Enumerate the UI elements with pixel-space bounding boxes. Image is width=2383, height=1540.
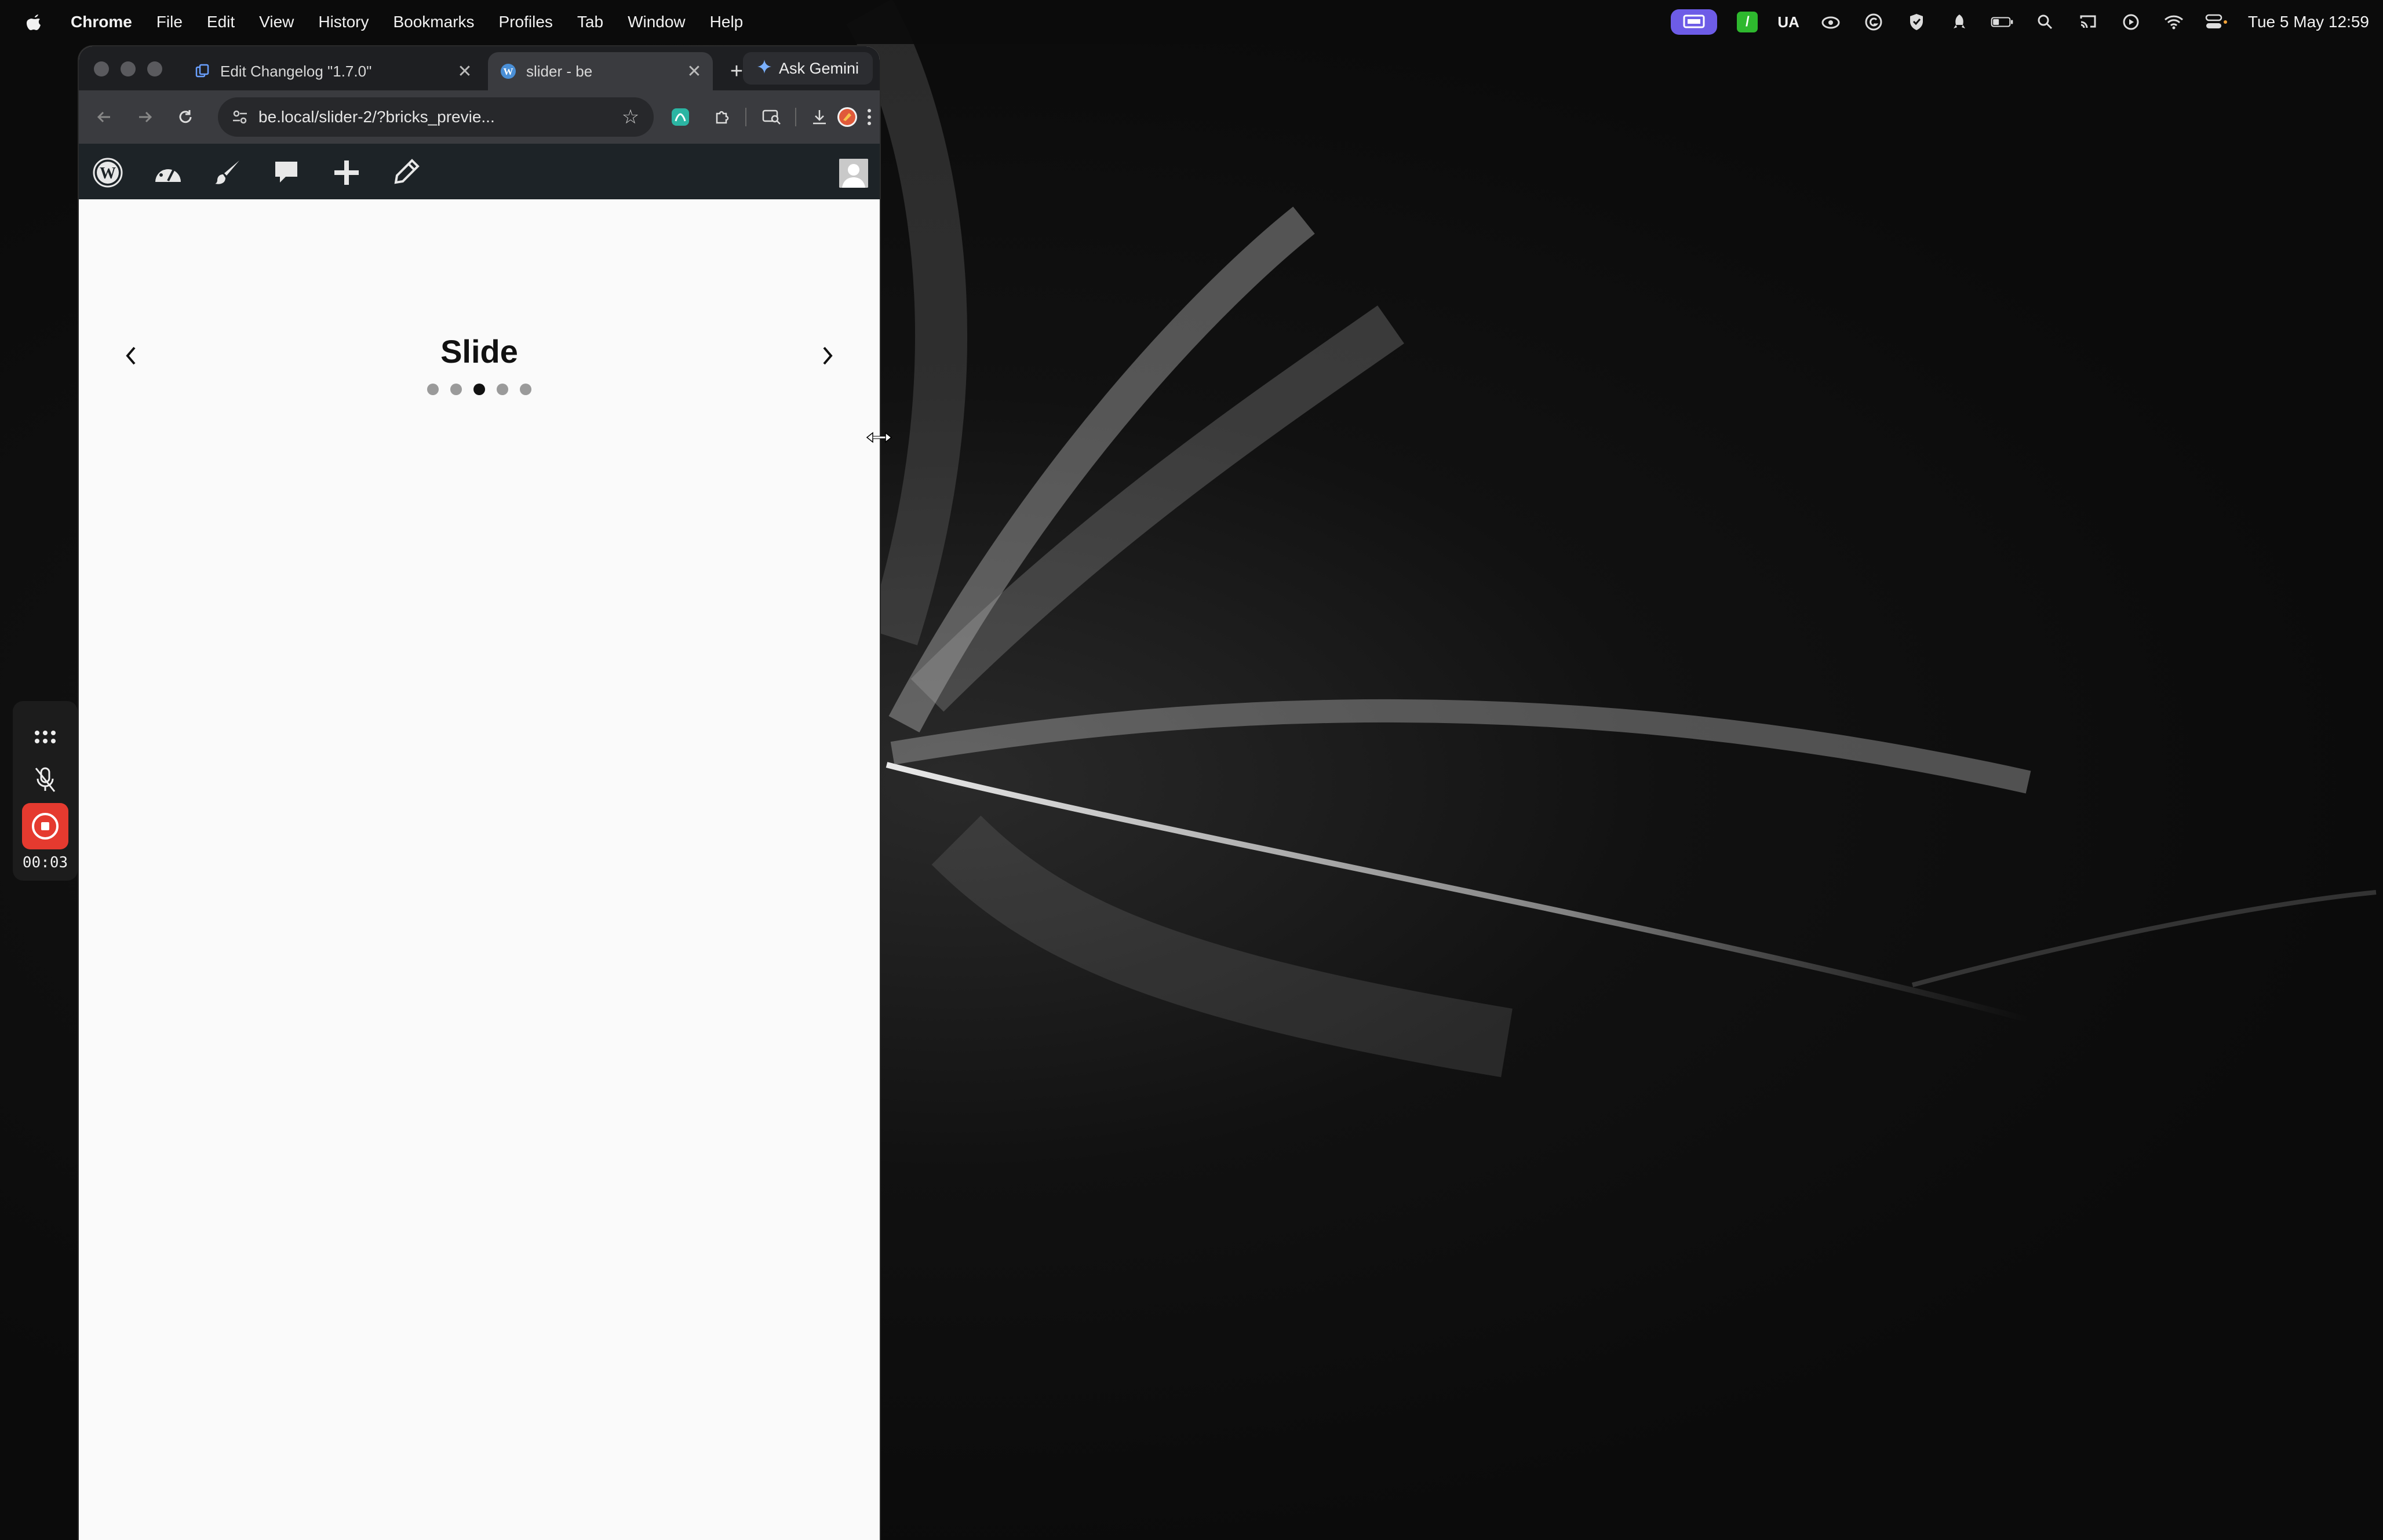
user-avatar[interactable]	[839, 159, 868, 188]
slider-next-button[interactable]	[810, 338, 845, 373]
screen-recorder-widget: 00:03	[13, 701, 78, 881]
resize-cursor-icon	[866, 429, 892, 446]
microphone-muted-icon[interactable]	[22, 757, 68, 803]
ask-gemini-button[interactable]: Ask Gemini	[743, 52, 873, 85]
tab-label: slider - be	[526, 62, 593, 80]
drag-handle-icon[interactable]	[22, 714, 68, 760]
battery-icon[interactable]	[1991, 10, 2014, 34]
new-content-plus-icon[interactable]	[330, 156, 363, 189]
grammarly-icon[interactable]	[1862, 10, 1885, 34]
menu-edit[interactable]: Edit	[207, 13, 235, 31]
reload-icon[interactable]	[172, 103, 199, 131]
browser-toolbar: be.local/slider-2/?bricks_previe... ☆	[79, 90, 880, 144]
menu-profiles[interactable]: Profiles	[499, 13, 553, 31]
close-tab-icon[interactable]: ✕	[683, 60, 706, 83]
recording-timer: 00:03	[22, 854, 68, 871]
creative-cloud-icon[interactable]	[1819, 10, 1842, 34]
menu-bar-clock[interactable]: Tue 5 May 12:59	[2248, 13, 2369, 31]
toolbar-separator	[745, 108, 746, 126]
extensions-puzzle-icon[interactable]	[708, 103, 736, 131]
pagination-dot-1[interactable]	[427, 384, 439, 395]
tab-search-icon[interactable]	[758, 103, 786, 131]
pagination-dot-4[interactable]	[497, 384, 508, 395]
url-text[interactable]: be.local/slider-2/?bricks_previe...	[258, 108, 618, 126]
svg-text:W: W	[100, 165, 116, 183]
extension-teal-icon[interactable]	[666, 103, 694, 131]
gemini-sparkle-icon	[757, 59, 772, 78]
screen-share-icon[interactable]	[1671, 9, 1718, 35]
tab-label: Edit Changelog "1.7.0"	[220, 62, 372, 80]
wordpress-logo-icon[interactable]: W	[92, 156, 124, 189]
shield-icon[interactable]	[1905, 10, 1928, 34]
wifi-icon[interactable]	[2162, 10, 2185, 34]
stop-recording-button[interactable]	[22, 803, 68, 849]
pagination-dot-3[interactable]	[473, 384, 485, 395]
close-window-button[interactable]	[94, 61, 109, 76]
back-arrow-icon[interactable]	[90, 103, 118, 131]
menu-help[interactable]: Help	[710, 13, 744, 31]
more-menu-icon[interactable]	[855, 103, 880, 131]
document-icon	[194, 63, 211, 80]
comments-icon[interactable]	[270, 156, 303, 189]
wordpress-icon: W	[500, 63, 517, 80]
macos-menu-bar: Chrome File Edit View History Bookmarks …	[0, 0, 2383, 44]
ask-gemini-label: Ask Gemini	[778, 59, 859, 77]
tab-edit-changelog[interactable]: Edit Changelog "1.7.0" ✕	[182, 52, 483, 90]
bookmark-star-icon[interactable]: ☆	[618, 104, 643, 130]
rocket-icon[interactable]	[1948, 10, 1971, 34]
menu-app-name[interactable]: Chrome	[71, 13, 132, 31]
page-content: Slide	[79, 199, 880, 1540]
toolbar-separator	[795, 108, 796, 126]
tab-strip: Edit Changelog "1.7.0" ✕ W slider - be ✕…	[79, 46, 880, 90]
forward-arrow-icon[interactable]	[131, 103, 159, 131]
menu-bookmarks[interactable]: Bookmarks	[393, 13, 474, 31]
apple-icon[interactable]	[23, 10, 46, 34]
close-tab-icon[interactable]: ✕	[453, 60, 476, 83]
minimize-window-button[interactable]	[121, 61, 136, 76]
svg-text:W: W	[504, 66, 513, 77]
pagination-dot-5[interactable]	[520, 384, 531, 395]
tab-slider-be[interactable]: W slider - be ✕	[488, 52, 713, 90]
slider-pagination	[79, 384, 880, 395]
cast-icon[interactable]	[2076, 10, 2100, 34]
address-bar[interactable]: be.local/slider-2/?bricks_previe... ☆	[218, 97, 654, 137]
keyboard-layout-indicator[interactable]: UA	[1777, 13, 1799, 31]
slide-title: Slide	[440, 333, 518, 370]
pagination-dot-2[interactable]	[450, 384, 462, 395]
menu-history[interactable]: History	[318, 13, 369, 31]
dashboard-icon[interactable]	[152, 156, 184, 189]
menu-window[interactable]: Window	[628, 13, 686, 31]
green-app-icon[interactable]: /	[1737, 12, 1758, 32]
control-center-icon[interactable]	[2205, 10, 2228, 34]
play-icon[interactable]	[2119, 10, 2142, 34]
edit-pencil-icon[interactable]	[389, 156, 422, 189]
menu-view[interactable]: View	[259, 13, 294, 31]
download-icon[interactable]	[806, 103, 833, 131]
maximize-window-button[interactable]	[147, 61, 162, 76]
customize-brush-icon[interactable]	[212, 156, 245, 189]
menu-tab[interactable]: Tab	[577, 13, 603, 31]
wordpress-admin-bar: W	[79, 144, 880, 199]
site-settings-icon[interactable]	[228, 105, 252, 129]
menu-file[interactable]: File	[156, 13, 183, 31]
browser-window: Edit Changelog "1.7.0" ✕ W slider - be ✕…	[79, 46, 880, 1540]
spotlight-search-icon[interactable]	[2034, 10, 2057, 34]
